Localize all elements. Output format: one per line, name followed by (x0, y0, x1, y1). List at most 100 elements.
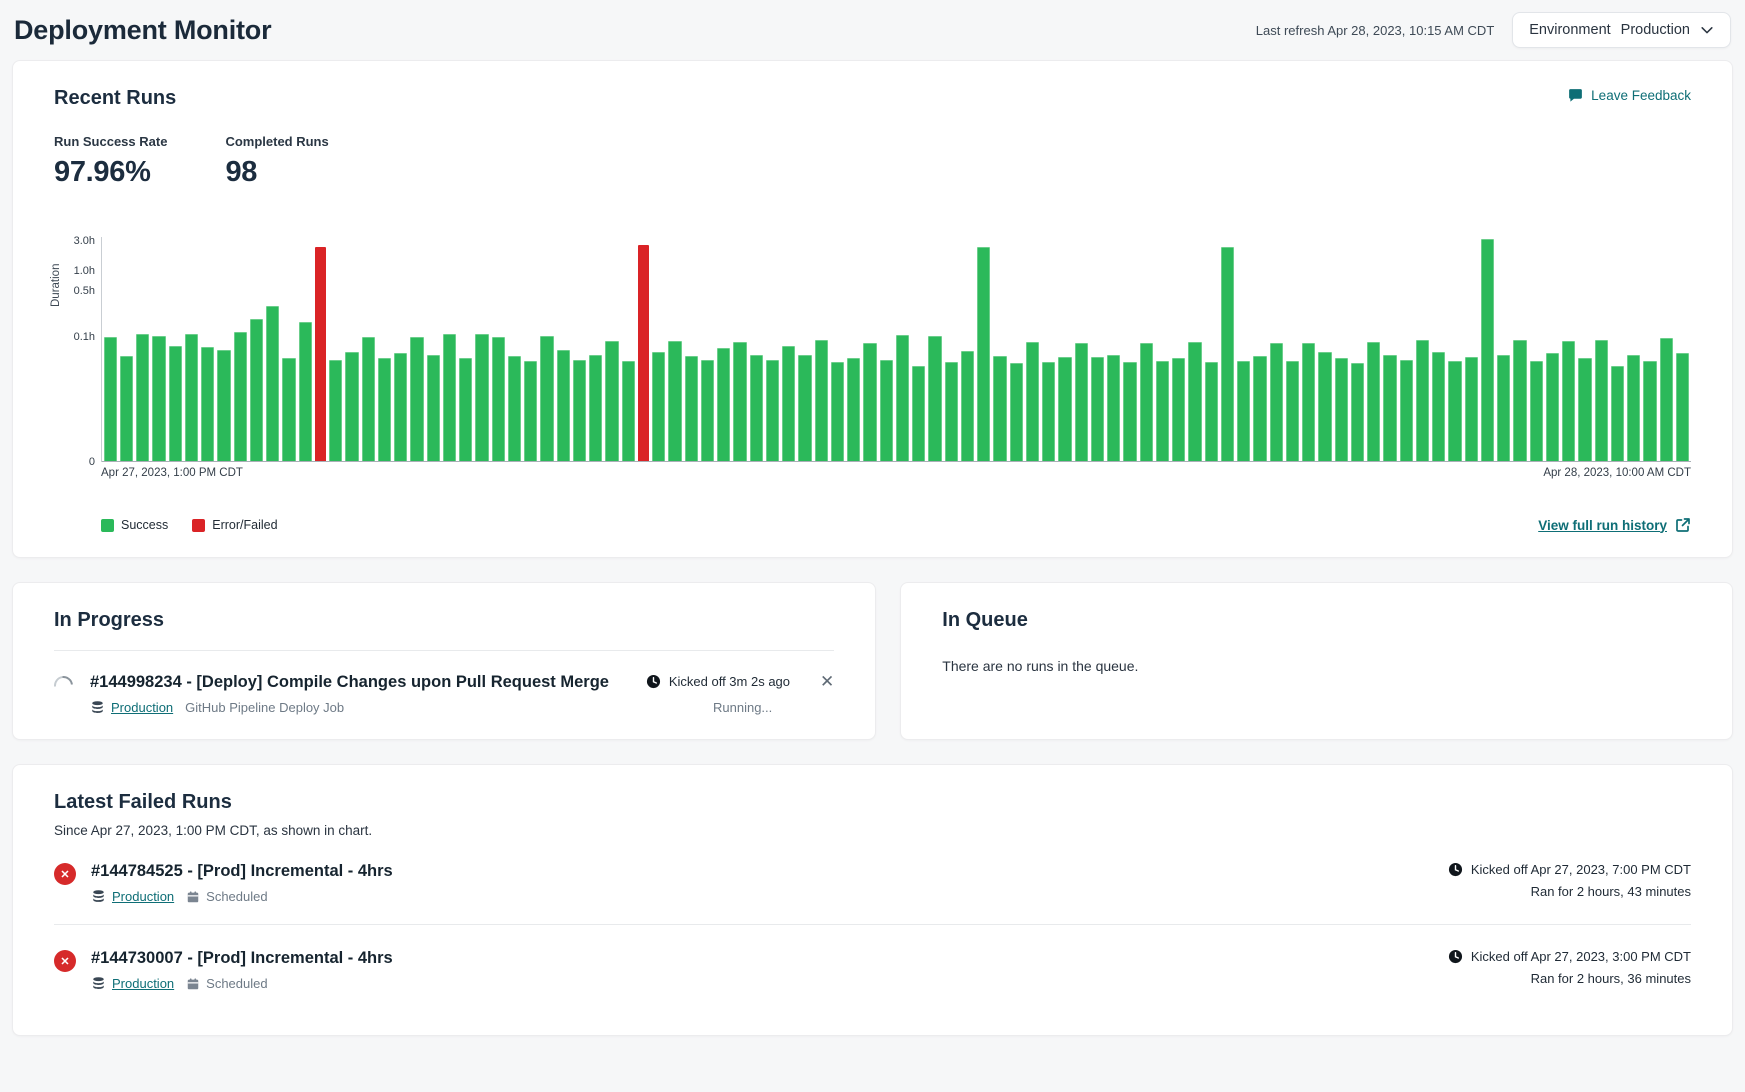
run-bar-success[interactable] (185, 334, 198, 462)
run-bar-success[interactable] (1383, 355, 1396, 463)
run-bar-success[interactable] (1188, 342, 1201, 462)
run-bar-success[interactable] (362, 337, 375, 462)
run-bar-success[interactable] (1530, 361, 1543, 462)
run-bar-success[interactable] (1042, 362, 1055, 462)
run-bar-success[interactable] (896, 335, 909, 462)
run-bar-success[interactable] (701, 360, 714, 463)
run-bar-success[interactable] (1432, 352, 1445, 462)
run-bar-success[interactable] (378, 358, 391, 462)
run-bar-success[interactable] (459, 358, 472, 462)
run-bar-success[interactable] (1058, 357, 1071, 462)
run-bar-success[interactable] (815, 340, 828, 463)
run-bar-success[interactable] (1595, 340, 1608, 463)
run-bar-success[interactable] (1481, 239, 1494, 462)
run-bar-success[interactable] (1416, 340, 1429, 463)
run-bar-success[interactable] (201, 347, 214, 462)
view-full-run-history-link[interactable]: View full run history (1538, 517, 1691, 533)
run-bar-failed[interactable] (315, 247, 326, 462)
run-bar-success[interactable] (1513, 340, 1526, 463)
run-bar-success[interactable] (1400, 360, 1413, 463)
run-bar-success[interactable] (410, 337, 423, 462)
run-bar-success[interactable] (1123, 362, 1136, 462)
run-bar-success[interactable] (345, 352, 358, 462)
run-bar-success[interactable] (1026, 342, 1039, 462)
run-bar-success[interactable] (329, 360, 342, 463)
run-bar-success[interactable] (250, 319, 263, 462)
run-bar-success[interactable] (1546, 353, 1559, 462)
run-bar-success[interactable] (1611, 366, 1624, 462)
run-bar-success[interactable] (234, 332, 247, 462)
run-bar-success[interactable] (993, 356, 1006, 462)
run-bar-success[interactable] (120, 356, 133, 462)
run-bar-success[interactable] (863, 343, 876, 462)
run-bar-success[interactable] (492, 337, 505, 462)
run-bar-success[interactable] (945, 362, 958, 462)
run-bar-success[interactable] (831, 362, 844, 462)
run-bar-success[interactable] (1367, 342, 1380, 462)
run-bar-success[interactable] (1627, 355, 1640, 463)
run-bar-success[interactable] (782, 346, 795, 462)
run-bar-success[interactable] (1091, 357, 1104, 462)
run-bar-success[interactable] (717, 348, 730, 462)
run-bar-success[interactable] (217, 350, 230, 463)
run-bar-success[interactable] (573, 360, 586, 463)
run-bar-success[interactable] (685, 356, 698, 462)
run-bar-success[interactable] (766, 360, 779, 463)
run-bar-success[interactable] (427, 355, 440, 463)
run-bar-success[interactable] (524, 361, 537, 462)
run-bar-success[interactable] (1221, 247, 1234, 462)
run-bar-success[interactable] (589, 355, 602, 463)
run-bar-success[interactable] (1448, 361, 1461, 462)
run-bar-success[interactable] (1676, 353, 1689, 462)
run-bar-success[interactable] (1140, 343, 1153, 462)
run-bar-success[interactable] (557, 350, 570, 463)
run-bar-success[interactable] (1302, 343, 1315, 462)
run-bar-success[interactable] (443, 334, 456, 462)
run-bar-success[interactable] (1010, 363, 1023, 462)
run-bar-success[interactable] (847, 358, 860, 462)
environment-link[interactable]: Production (112, 976, 174, 991)
run-bar-success[interactable] (1205, 362, 1218, 462)
leave-feedback-link[interactable]: Leave Feedback (1567, 87, 1691, 104)
run-bar-success[interactable] (152, 336, 165, 462)
run-bar-success[interactable] (1270, 343, 1283, 462)
run-bar-success[interactable] (1286, 361, 1299, 462)
run-bar-success[interactable] (912, 366, 925, 462)
run-bar-success[interactable] (1497, 355, 1510, 463)
run-bar-success[interactable] (266, 306, 279, 462)
run-bar-success[interactable] (1253, 356, 1266, 462)
run-bar-success[interactable] (394, 353, 407, 462)
run-bar-success[interactable] (668, 341, 681, 462)
run-bar-success[interactable] (733, 342, 746, 462)
run-bar-success[interactable] (977, 247, 990, 462)
run-bar-success[interactable] (136, 334, 149, 462)
run-bar-success[interactable] (750, 355, 763, 463)
run-bar-success[interactable] (652, 352, 665, 462)
environment-dropdown[interactable]: Environment Production (1512, 12, 1731, 48)
close-icon[interactable]: ✕ (820, 673, 834, 690)
run-bar-success[interactable] (1562, 341, 1575, 462)
run-bar-success[interactable] (1660, 338, 1673, 462)
run-bar-success[interactable] (1075, 343, 1088, 462)
run-bar-success[interactable] (299, 322, 312, 462)
run-bar-success[interactable] (928, 336, 941, 462)
run-bar-success[interactable] (798, 355, 811, 463)
run-bar-success[interactable] (1156, 361, 1169, 462)
environment-link[interactable]: Production (112, 889, 174, 904)
run-bar-success[interactable] (169, 346, 182, 462)
run-bar-success[interactable] (880, 360, 893, 463)
run-bar-success[interactable] (961, 351, 974, 462)
run-bar-success[interactable] (508, 356, 521, 462)
run-bar-success[interactable] (1237, 361, 1250, 462)
run-bar-success[interactable] (475, 334, 488, 462)
run-bar-success[interactable] (540, 336, 553, 462)
run-bar-success[interactable] (1107, 355, 1120, 463)
run-bar-success[interactable] (1465, 357, 1478, 462)
run-bar-success[interactable] (1578, 358, 1591, 462)
run-bar-success[interactable] (1335, 358, 1348, 462)
run-bar-success[interactable] (1172, 358, 1185, 462)
run-bar-success[interactable] (605, 341, 618, 462)
run-bar-success[interactable] (282, 358, 295, 462)
run-bar-failed[interactable] (638, 245, 649, 462)
run-bar-success[interactable] (1643, 361, 1656, 462)
